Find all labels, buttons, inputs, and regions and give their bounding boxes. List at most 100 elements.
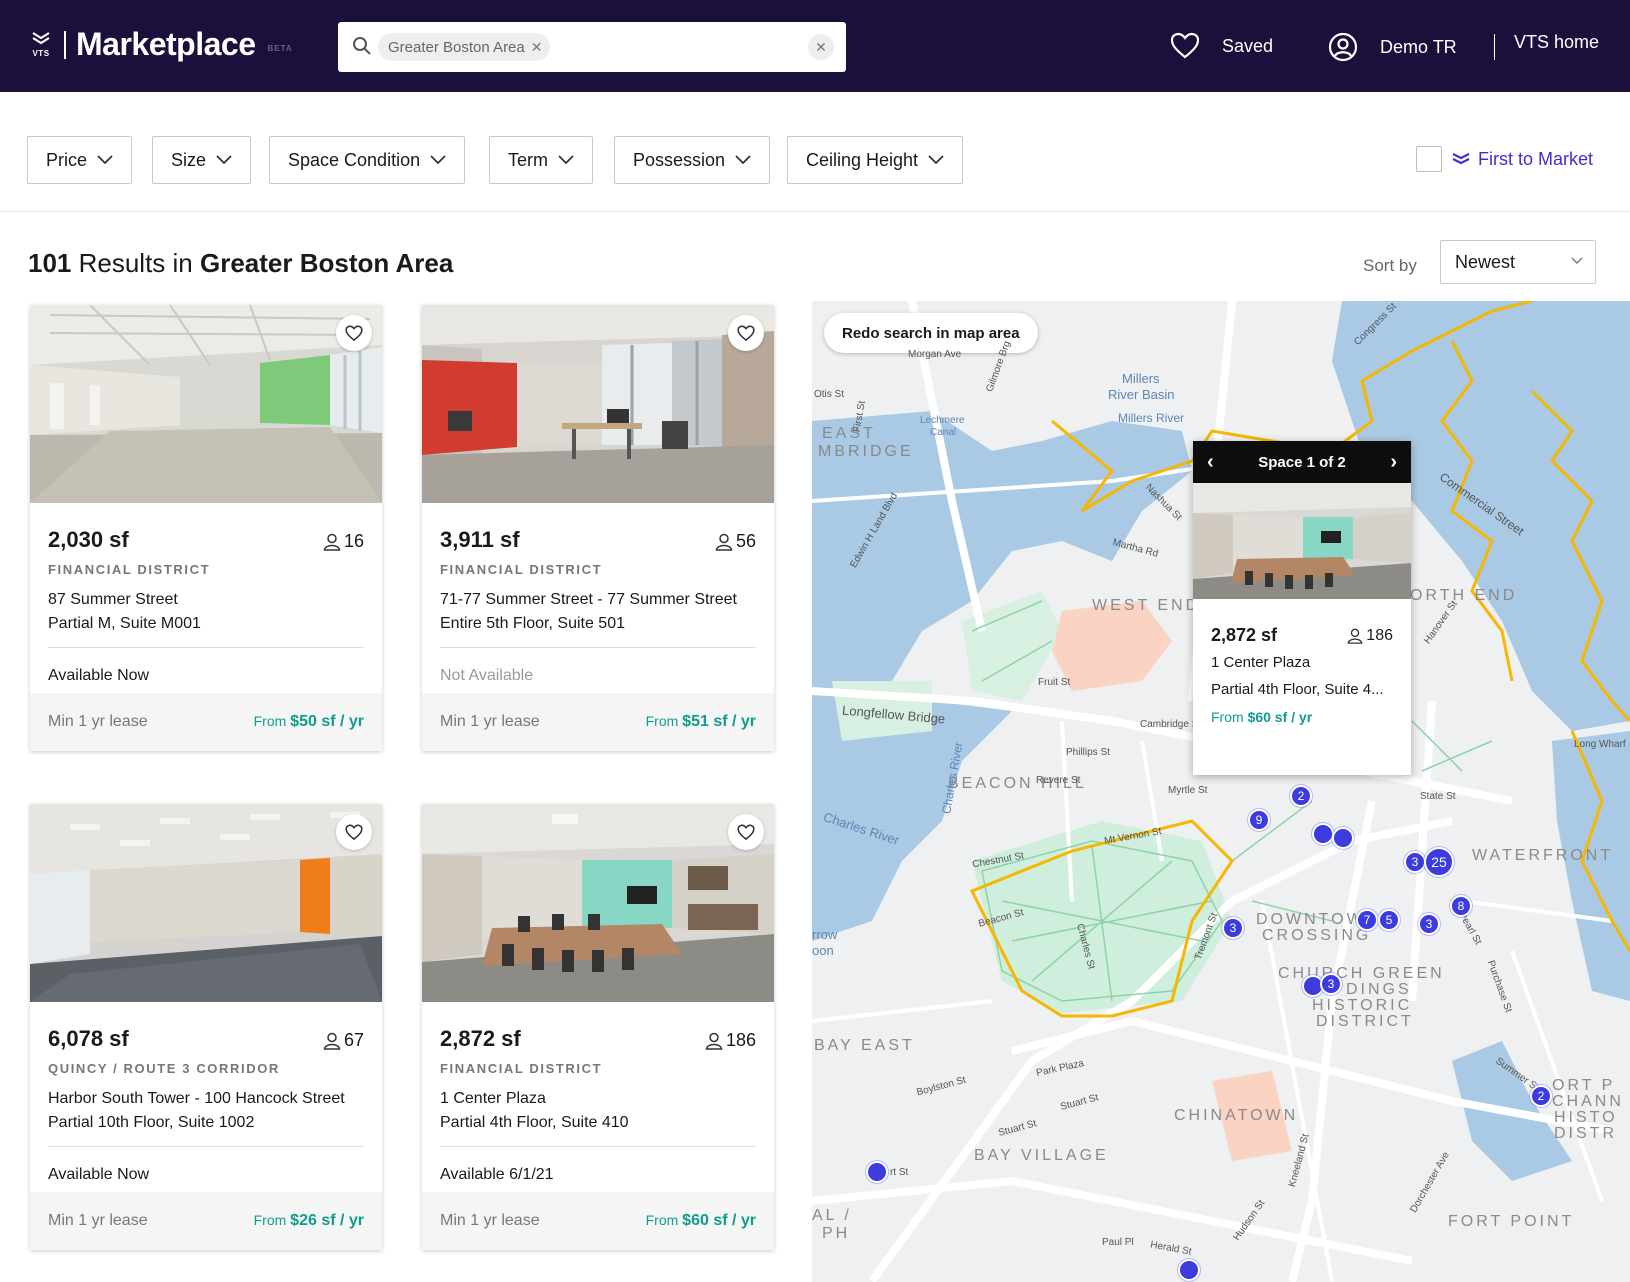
map-street-label: State St <box>1420 791 1456 802</box>
heart-icon <box>737 824 755 840</box>
map-pin[interactable]: 9 <box>1248 809 1270 831</box>
map-neighborhood-label: BAY EAST <box>814 1037 915 1054</box>
listing-availability: Available 6/1/21 <box>440 1166 554 1183</box>
listing-photo[interactable] <box>422 804 774 1002</box>
user-label: Demo TR <box>1380 36 1457 57</box>
map-pin[interactable]: 2 <box>1290 785 1312 807</box>
map-pin[interactable]: 3 <box>1404 851 1426 873</box>
map-pin[interactable]: 8 <box>1450 895 1472 917</box>
vts-home-label: VTS home <box>1514 32 1600 52</box>
vts-home-link[interactable]: VTS home <box>1514 32 1599 53</box>
chip-remove-icon[interactable]: ✕ <box>531 39 543 56</box>
map-pin[interactable] <box>1332 827 1354 849</box>
person-icon <box>323 1032 341 1050</box>
listing-photo[interactable] <box>30 804 382 1002</box>
filter-label: Size <box>171 149 207 170</box>
price-value: $26 sf / yr <box>290 1212 364 1229</box>
listing-card[interactable]: 6,078 sf 67 QUINCY / ROUTE 3 CORRIDOR Ha… <box>30 804 382 1250</box>
filter-possession[interactable]: Possession <box>614 136 771 184</box>
logo-text: VTS <box>32 49 50 58</box>
map-street-label: Myrtle St <box>1168 785 1208 796</box>
chevron-down-icon <box>430 155 446 165</box>
user-menu[interactable]: Demo TR <box>1328 32 1457 62</box>
pin-count: 9 <box>1255 813 1263 827</box>
clear-search-icon[interactable]: ✕ <box>808 34 834 60</box>
listing-photo[interactable] <box>30 305 382 503</box>
save-favorite-button[interactable] <box>728 814 764 850</box>
price-prefix: From <box>645 1212 683 1228</box>
popup-address: 1 Center Plaza <box>1211 654 1311 671</box>
listing-price: From $50 sf / yr <box>254 713 364 731</box>
map-pin[interactable]: 5 <box>1378 909 1400 931</box>
map-pin[interactable] <box>1312 823 1334 845</box>
heart-icon <box>737 325 755 341</box>
listing-price: From $26 sf / yr <box>254 1212 364 1230</box>
map-pin[interactable] <box>1178 1259 1200 1281</box>
listing-card[interactable]: 2,872 sf 186 FINANCIAL DISTRICT 1 Center… <box>422 804 774 1250</box>
listing-suite: Partial 4th Floor, Suite 410 <box>440 1114 629 1131</box>
map-pin[interactable] <box>866 1161 888 1183</box>
prev-space-icon[interactable]: ‹ <box>1207 451 1214 474</box>
person-icon <box>1347 628 1363 644</box>
listing-district: FINANCIAL DISTRICT <box>440 1061 603 1076</box>
listing-suite: Partial 10th Floor, Suite 1002 <box>48 1114 255 1131</box>
map-street-label: Phillips St <box>1066 747 1110 758</box>
filter-label: Term <box>508 149 548 170</box>
listing-size: 2,872 sf <box>440 1026 521 1051</box>
listing-district: FINANCIAL DISTRICT <box>48 562 211 577</box>
results-map[interactable]: Redo search in map area EAST MBRIDGE WES… <box>812 301 1630 1282</box>
filter-size[interactable]: Size <box>152 136 252 184</box>
filter-space-condition[interactable]: Space Condition <box>269 136 466 184</box>
filter-label: Space Condition <box>288 149 421 170</box>
listing-term: Min 1 yr lease <box>48 713 148 730</box>
results-heading: 101 Results in Greater Boston Area <box>28 248 453 279</box>
filter-price[interactable]: Price <box>27 136 133 184</box>
search-chip[interactable]: Greater Boston Area ✕ <box>378 33 551 61</box>
heart-icon <box>345 824 363 840</box>
map-pin[interactable]: 3 <box>1418 913 1440 935</box>
results-middle: Results in <box>71 248 200 278</box>
saved-link[interactable]: Saved <box>1170 32 1273 60</box>
listing-availability: Not Available <box>440 667 534 684</box>
listing-photo[interactable] <box>422 305 774 503</box>
heart-icon <box>1170 32 1200 59</box>
map-pin[interactable]: 7 <box>1356 909 1378 931</box>
occupancy-count: 16 <box>343 531 364 551</box>
save-favorite-button[interactable] <box>336 315 372 351</box>
brand-divider <box>64 30 66 59</box>
redo-search-label: Redo search in map area <box>842 324 1020 342</box>
first-to-market-checkbox[interactable] <box>1416 146 1442 172</box>
map-pin[interactable]: 3 <box>1222 917 1244 939</box>
vts-logo-icon: VTS <box>30 30 52 60</box>
filter-ceiling-height[interactable]: Ceiling Height <box>787 136 964 184</box>
first-to-market-toggle[interactable]: First to Market <box>1416 146 1593 172</box>
map-pin[interactable]: 3 <box>1320 973 1342 995</box>
map-pin[interactable]: 25 <box>1424 847 1454 877</box>
pin-count: 7 <box>1363 913 1371 927</box>
filter-term[interactable]: Term <box>489 136 593 184</box>
map-listing-popup[interactable]: ‹ Space 1 of 2 › 2,872 sf 186 1 Center P… <box>1193 441 1411 775</box>
save-favorite-button[interactable] <box>336 814 372 850</box>
listing-card[interactable]: 3,911 sf 56 FINANCIAL DISTRICT 71-77 Sum… <box>422 305 774 751</box>
chevron-down-icon <box>216 155 232 165</box>
listing-occupancy: 56 <box>715 531 756 552</box>
price-prefix: From <box>253 713 291 729</box>
listing-suite: Entire 5th Floor, Suite 501 <box>440 615 625 632</box>
popup-photo[interactable] <box>1193 483 1411 599</box>
next-space-icon[interactable]: › <box>1390 451 1397 474</box>
search-input[interactable]: Greater Boston Area ✕ ✕ <box>338 22 846 72</box>
filter-label: Possession <box>633 149 726 170</box>
filter-label: Price <box>46 149 88 170</box>
listing-card[interactable]: 2,030 sf 16 FINANCIAL DISTRICT 87 Summer… <box>30 305 382 751</box>
brand[interactable]: VTS Marketplace BETA <box>30 26 293 63</box>
heart-icon <box>345 325 363 341</box>
map-neighborhood-label: MBRIDGE <box>818 443 914 460</box>
chevron-down-icon <box>928 155 944 165</box>
map-pin[interactable]: 2 <box>1530 1085 1552 1107</box>
listing-term: Min 1 yr lease <box>48 1212 148 1229</box>
map-neighborhood-label: BAY VILLAGE <box>974 1147 1109 1164</box>
popup-size: 2,872 sf <box>1211 625 1278 645</box>
sort-select[interactable]: Newest <box>1440 240 1596 284</box>
save-favorite-button[interactable] <box>728 315 764 351</box>
price-value: $60 sf / yr <box>1247 709 1313 725</box>
